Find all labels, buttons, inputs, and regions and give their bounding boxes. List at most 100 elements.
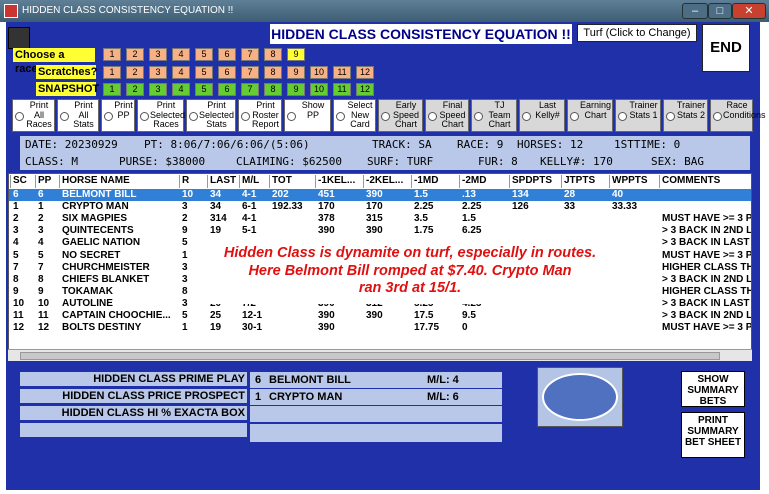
scratch-button-8[interactable]: 8 — [264, 66, 282, 79]
snapshot-button-11[interactable]: 11 — [333, 83, 351, 96]
race-button-8[interactable]: 8 — [264, 48, 282, 61]
radio-icon[interactable] — [189, 112, 198, 121]
radio-icon[interactable] — [287, 112, 296, 121]
option-print-selected-stats[interactable]: Print Selected Stats — [186, 99, 236, 132]
scratch-button-5[interactable]: 5 — [195, 66, 213, 79]
snapshot-button-4[interactable]: 4 — [172, 83, 190, 96]
scratch-button-9[interactable]: 9 — [287, 66, 305, 79]
option-trainer-stats-2[interactable]: Trainer Stats 2 — [663, 99, 708, 132]
snapshot-button-8[interactable]: 8 — [264, 83, 282, 96]
radio-icon[interactable] — [60, 112, 69, 121]
scratch-button-4[interactable]: 4 — [172, 66, 190, 79]
option-last-kelly[interactable]: Last Kelly# — [519, 99, 565, 132]
maximize-button[interactable]: □ — [708, 3, 732, 19]
scratch-button-11[interactable]: 11 — [333, 66, 351, 79]
race-button-3[interactable]: 3 — [149, 48, 167, 61]
table-cell: 9 — [182, 225, 188, 237]
option-print-pp[interactable]: Print PP — [101, 99, 135, 132]
table-cell: 3 — [182, 201, 188, 213]
radio-icon[interactable] — [713, 112, 722, 121]
column-header[interactable]: JTPTS — [561, 175, 607, 188]
option-print-all-stats[interactable]: Print All Stats — [57, 99, 99, 132]
radio-icon[interactable] — [140, 112, 149, 121]
radio-icon[interactable] — [428, 112, 437, 121]
option-final-speed-chart[interactable]: Final Speed Chart — [425, 99, 469, 132]
close-button[interactable]: ✕ — [732, 3, 766, 19]
radio-icon[interactable] — [104, 112, 113, 121]
snapshot-button-9[interactable]: 9 — [287, 83, 305, 96]
column-header[interactable]: TOT — [269, 175, 313, 188]
snapshot-button-3[interactable]: 3 — [149, 83, 167, 96]
snapshot-button-5[interactable]: 5 — [195, 83, 213, 96]
column-header[interactable]: HORSE NAME — [59, 175, 177, 188]
snapshot-button-6[interactable]: 6 — [218, 83, 236, 96]
radio-icon[interactable] — [474, 112, 483, 121]
end-button[interactable]: END — [702, 24, 750, 72]
column-header[interactable]: PP — [35, 175, 57, 188]
table-cell — [662, 189, 751, 201]
popup-line-1: Hidden Class is dynamite on turf, especi… — [223, 245, 597, 261]
radio-icon[interactable] — [241, 112, 250, 121]
column-header[interactable]: -2KEL... — [363, 175, 409, 188]
snapshot-button-12[interactable]: 12 — [356, 83, 374, 96]
radio-icon[interactable] — [15, 112, 24, 121]
radio-icon[interactable] — [381, 112, 390, 121]
radio-icon[interactable] — [666, 112, 675, 121]
option-trainer-stats-1[interactable]: Trainer Stats 1 — [615, 99, 661, 132]
column-header[interactable]: R — [179, 175, 205, 188]
scratch-button-2[interactable]: 2 — [126, 66, 144, 79]
race-button-5[interactable]: 5 — [195, 48, 213, 61]
option-tj-team-chart[interactable]: TJ Team Chart — [471, 99, 517, 132]
race-button-4[interactable]: 4 — [172, 48, 190, 61]
table-row[interactable]: 11 11 CAPTAIN CHOOCHIE... 5 25 12-1 390 390 17.5… — [9, 310, 751, 322]
snapshot-button-7[interactable]: 7 — [241, 83, 259, 96]
print-summary-bet-sheet-button[interactable]: PRINT SUMMARY BET SHEET — [681, 412, 745, 458]
table-row[interactable]: 1 1 CRYPTO MAN 3 34 6-1 192.33 170 170 2.25 2.25 12… — [9, 201, 751, 213]
option-print-all-races[interactable]: Print All Races — [12, 99, 55, 132]
snapshot-button-10[interactable]: 10 — [310, 83, 328, 96]
column-header[interactable]: SC — [10, 175, 34, 188]
scratch-button-7[interactable]: 7 — [241, 66, 259, 79]
race-button-2[interactable]: 2 — [126, 48, 144, 61]
column-header[interactable]: LAST — [207, 175, 237, 188]
radio-icon[interactable] — [618, 112, 627, 121]
radio-icon[interactable] — [522, 112, 531, 121]
scratch-button-1[interactable]: 1 — [103, 66, 121, 79]
option-race-conditions[interactable]: Race Conditions — [710, 99, 766, 132]
snapshot-button-1[interactable]: 1 — [103, 83, 121, 96]
option-early-speed-chart[interactable]: Early Speed Chart — [378, 99, 423, 132]
race-button-9[interactable]: 9 — [287, 48, 305, 61]
scratch-button-12[interactable]: 12 — [356, 66, 374, 79]
option-show-pp[interactable]: Show PP — [284, 99, 331, 132]
table-row[interactable]: 6 6 BELMONT BILL 10 34 4-1 202 451 390 1.5 .13 134 2… — [9, 189, 751, 201]
grid-horizontal-scrollbar[interactable] — [8, 349, 752, 361]
table-row[interactable]: 12 12 BOLTS DESTINY 1 19 30-1 390 17.75 0 MUST HA… — [9, 322, 751, 334]
column-header[interactable]: COMMENTS — [659, 175, 751, 188]
table-row[interactable]: 2 2 SIX MAGPIES 2 314 4-1 378 315 3.5 1.5 MUST HAV… — [9, 213, 751, 225]
surface-toggle-button[interactable]: Turf (Click to Change) — [577, 24, 697, 42]
option-print-roster-report[interactable]: Print Roster Report — [238, 99, 282, 132]
race-button-7[interactable]: 7 — [241, 48, 259, 61]
radio-icon[interactable] — [570, 112, 579, 121]
app-icon — [4, 4, 18, 18]
option-print-selected-races[interactable]: Print Selected Races — [137, 99, 185, 132]
scratch-button-10[interactable]: 10 — [310, 66, 328, 79]
minimize-button[interactable]: – — [682, 3, 708, 19]
column-header[interactable]: M/L — [239, 175, 267, 188]
table-row[interactable]: 3 3 QUINTECENTS 9 19 5-1 390 390 1.75 6.25 > 3 BAC… — [9, 225, 751, 237]
column-header[interactable]: SPDPTS — [509, 175, 559, 188]
show-summary-bets-button[interactable]: SHOW SUMMARY BETS — [681, 371, 745, 407]
column-header[interactable]: -1MD — [411, 175, 457, 188]
snapshot-button-2[interactable]: 2 — [126, 83, 144, 96]
scrollbar-thumb[interactable] — [20, 352, 720, 360]
option-select-new-card[interactable]: Select New Card — [333, 99, 376, 132]
column-header[interactable]: -2MD — [459, 175, 507, 188]
race-button-6[interactable]: 6 — [218, 48, 236, 61]
radio-icon[interactable] — [336, 112, 345, 121]
scratch-button-6[interactable]: 6 — [218, 66, 236, 79]
option-earning-chart[interactable]: Earning Chart — [567, 99, 613, 132]
column-header[interactable]: WPPTS — [609, 175, 657, 188]
scratch-button-3[interactable]: 3 — [149, 66, 167, 79]
column-header[interactable]: -1KEL... — [315, 175, 361, 188]
race-button-1[interactable]: 1 — [103, 48, 121, 61]
